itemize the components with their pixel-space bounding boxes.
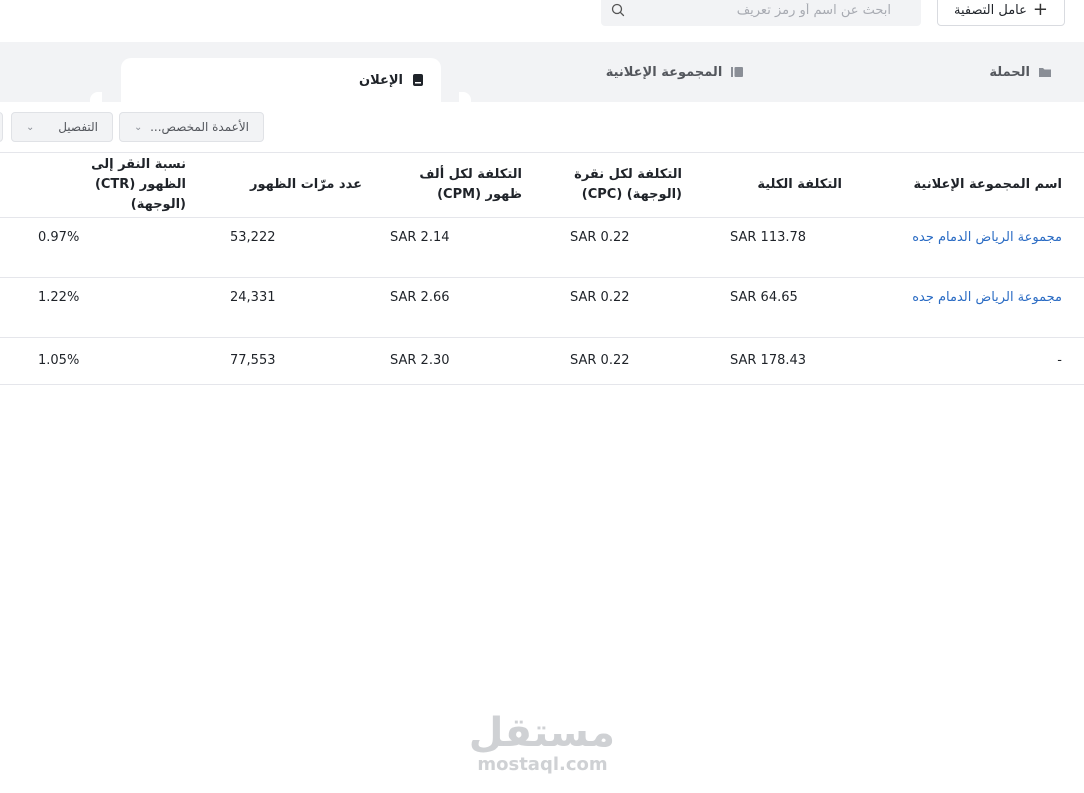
truncated-control[interactable] — [0, 112, 3, 142]
add-filter-button[interactable]: + عامل التصفية — [937, 0, 1065, 26]
watermark-latin: mostaql.com — [477, 754, 608, 775]
cpm-cell: SAR 2.14 — [390, 230, 450, 245]
search-input[interactable] — [611, 0, 891, 26]
table-row: مجموعة الرياض الدمام جده SAR 113.78 SAR … — [0, 218, 1084, 278]
custom-columns-label: الأعمدة المخصص... — [150, 120, 249, 134]
cpm-cell: SAR 2.66 — [390, 290, 450, 305]
tab-campaign-label: الحملة — [989, 64, 1030, 80]
column-header-name[interactable]: اسم المجموعة الإعلانية — [864, 153, 1084, 218]
search-box[interactable] — [601, 0, 921, 26]
total-cost-cell: SAR 64.65 — [730, 290, 798, 305]
tab-corner — [90, 92, 102, 102]
column-header-total-cost[interactable]: التكلفة الكلية — [704, 153, 864, 218]
cpm-cell: SAR 2.30 — [390, 353, 450, 368]
impressions-cell: 77,553 — [230, 353, 276, 368]
ad-group-table: اسم المجموعة الإعلانية التكلفة الكلية ال… — [0, 152, 1084, 385]
cpc-cell: SAR 0.22 — [570, 290, 630, 305]
ad-group-name-link[interactable]: مجموعة الرياض الدمام جده — [864, 218, 1084, 278]
cpc-cell: SAR 0.22 — [570, 230, 630, 245]
column-header-ctr[interactable]: نسبة النقر إلى الظهور (CTR) (الوجهة) — [0, 153, 224, 218]
tab-ad-group[interactable]: المجموعة الإعلانية — [590, 42, 760, 102]
ad-group-name-link[interactable]: مجموعة الرياض الدمام جده — [864, 278, 1084, 338]
tab-campaign[interactable]: الحملة — [960, 42, 1070, 102]
search-icon — [611, 3, 625, 17]
total-cost-cell: SAR 178.43 — [730, 353, 807, 368]
breakdown-label: التفصيل — [58, 120, 98, 134]
column-header-cpm[interactable]: التكلفة لكل ألف ظهور (CPM) — [384, 153, 544, 218]
tab-ad[interactable]: الإعلان — [121, 58, 441, 102]
filter-button-label: عامل التصفية — [954, 2, 1027, 18]
level-tabs: الحملة المجموعة الإعلانية الإعلان — [0, 42, 1084, 102]
ctr-cell: 0.97% — [38, 230, 80, 245]
cpc-cell: SAR 0.22 — [570, 353, 630, 368]
ctr-cell: 1.05% — [38, 353, 80, 368]
plus-icon: + — [1032, 0, 1048, 20]
watermark-logo: مستقل mostaql.com — [468, 710, 615, 782]
impressions-cell: 24,331 — [230, 290, 276, 305]
folder-icon — [1039, 68, 1051, 77]
table-row-total: - SAR 178.43 SAR 0.22 SAR 2.30 77,553 1.… — [0, 338, 1084, 385]
tab-ad-label: الإعلان — [359, 72, 403, 88]
table-controls: الأعمدة المخصص... ⌄ التفصيل ⌄ — [0, 102, 1084, 152]
custom-columns-dropdown[interactable]: الأعمدة المخصص... ⌄ — [119, 112, 264, 142]
impressions-cell: 53,222 — [230, 230, 276, 245]
total-cost-cell: SAR 113.78 — [730, 230, 807, 245]
table-row: مجموعة الرياض الدمام جده SAR 64.65 SAR 0… — [0, 278, 1084, 338]
stack-icon — [731, 67, 744, 77]
ad-group-name-cell: - — [1057, 353, 1062, 368]
ad-icon — [413, 74, 423, 86]
watermark-arabic: مستقل — [468, 710, 615, 756]
column-header-impressions[interactable]: عدد مرّات الظهور — [224, 153, 384, 218]
chevron-down-icon: ⌄ — [26, 121, 35, 133]
chevron-down-icon: ⌄ — [134, 121, 143, 133]
tab-ad-group-label: المجموعة الإعلانية — [605, 64, 723, 80]
top-toolbar: + عامل التصفية — [0, 0, 1084, 42]
ctr-cell: 1.22% — [38, 290, 80, 305]
breakdown-dropdown[interactable]: التفصيل ⌄ — [11, 112, 113, 142]
column-header-cpc[interactable]: التكلفة لكل نقرة (الوجهة) (CPC) — [544, 153, 704, 218]
table-header-row: اسم المجموعة الإعلانية التكلفة الكلية ال… — [0, 152, 1084, 218]
